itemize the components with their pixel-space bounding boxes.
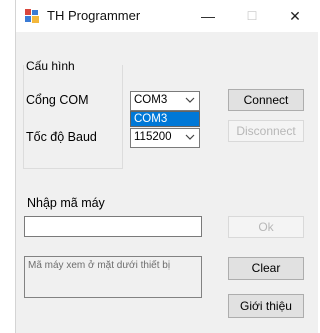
close-icon: ✕ (289, 8, 301, 24)
clear-button[interactable]: Clear (228, 257, 304, 280)
machine-code-input[interactable] (24, 216, 202, 237)
baud-rate-value: 115200 (134, 131, 172, 143)
com-port-dropdown: COM3 (130, 111, 200, 127)
machine-code-label: Nhập mã máy (27, 196, 105, 210)
chevron-down-icon (185, 97, 195, 103)
com-port-select[interactable]: COM3 (130, 91, 200, 111)
app-window: TH Programmer — ☐ ✕ Cấu hình Cổng COM CO… (15, 0, 318, 333)
maximize-icon: ☐ (246, 9, 258, 23)
chevron-down-icon (185, 134, 195, 140)
config-group-label: Cấu hình (26, 59, 75, 73)
connect-button[interactable]: Connect (228, 89, 304, 111)
machine-code-hint: Mã máy xem ở mặt dưới thiết bị (24, 256, 202, 298)
about-button[interactable]: Giới thiệu (228, 294, 304, 318)
window-title: TH Programmer (47, 8, 141, 23)
baud-rate-label: Tốc độ Baud (26, 130, 97, 144)
title-bar[interactable]: TH Programmer — ☐ ✕ (16, 0, 318, 32)
minimize-icon: — (201, 8, 215, 24)
com-port-option[interactable]: COM3 (131, 112, 199, 126)
ok-button[interactable]: Ok (228, 216, 304, 238)
maximize-button[interactable]: ☐ (232, 0, 272, 32)
minimize-button[interactable]: — (188, 0, 228, 32)
close-button[interactable]: ✕ (275, 0, 315, 32)
com-port-label: Cổng COM (26, 93, 89, 107)
com-port-value: COM3 (134, 94, 168, 106)
config-groupbox (23, 65, 123, 169)
baud-rate-select[interactable]: 115200 (130, 128, 200, 148)
app-icon (25, 9, 39, 23)
disconnect-button[interactable]: Disconnect (228, 120, 304, 142)
